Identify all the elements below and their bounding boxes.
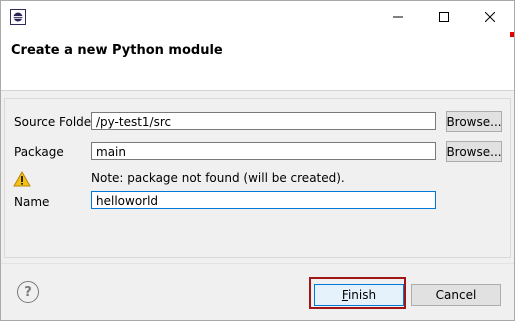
close-icon — [485, 11, 495, 22]
maximize-icon — [439, 11, 449, 22]
close-button[interactable] — [467, 1, 513, 32]
new-python-module-dialog: Create a new Python module Source Folder… — [0, 0, 515, 321]
cancel-button[interactable]: Cancel — [411, 284, 501, 306]
footer-divider — [1, 263, 514, 264]
source-folder-browse-button[interactable]: Browse... — [446, 111, 502, 132]
finish-label: Finish — [341, 288, 377, 302]
name-label: Name — [14, 195, 50, 209]
maximize-button[interactable] — [421, 1, 467, 32]
package-warning-text: Note: package not found (will be created… — [91, 171, 345, 185]
minimize-button[interactable] — [375, 1, 421, 32]
finish-button[interactable]: Finish — [314, 284, 404, 306]
page-title: Create a new Python module — [11, 43, 223, 58]
question-icon: ? — [24, 284, 32, 300]
form-panel: Source Folder /py-test1/src Browse... Pa… — [4, 98, 511, 258]
minimize-icon — [393, 16, 403, 17]
module-name-input[interactable]: helloworld — [91, 191, 436, 209]
package-input[interactable]: main — [91, 142, 436, 160]
decoration-mark — [510, 32, 514, 37]
package-label: Package — [14, 145, 64, 159]
source-folder-label: Source Folder — [14, 115, 97, 129]
help-button[interactable]: ? — [17, 281, 39, 303]
package-browse-button[interactable]: Browse... — [446, 141, 502, 162]
cancel-label: Cancel — [435, 288, 477, 302]
title-bar — [1, 1, 514, 34]
warning-icon — [13, 171, 31, 187]
wizard-header: Create a new Python module — [1, 34, 514, 91]
eclipse-icon — [10, 9, 26, 25]
source-folder-input[interactable]: /py-test1/src — [91, 112, 436, 130]
